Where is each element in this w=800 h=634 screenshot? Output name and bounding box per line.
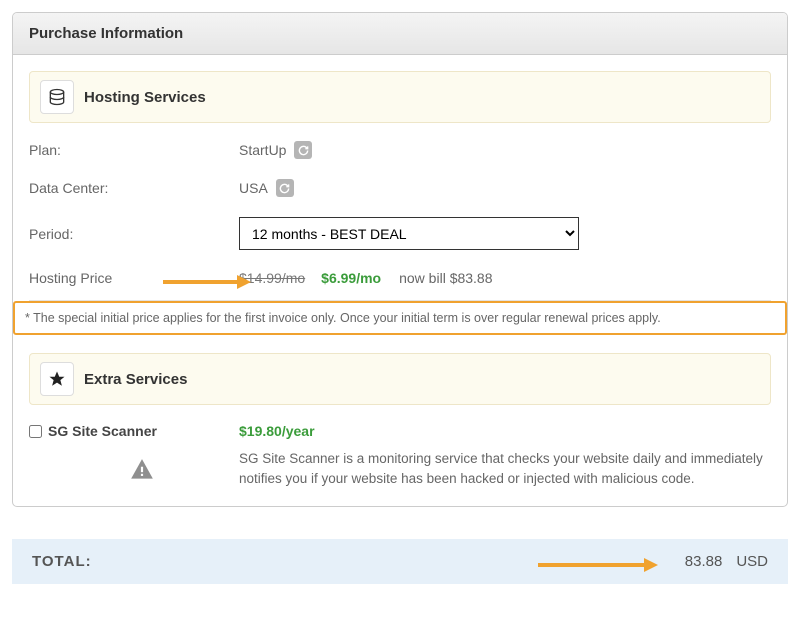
plan-value: StartUp (239, 142, 286, 158)
star-icon (40, 362, 74, 396)
extras-section-header: Extra Services (29, 353, 771, 405)
scanner-checkbox[interactable] (29, 425, 42, 438)
extras-section-title: Extra Services (84, 371, 187, 388)
refresh-icon[interactable] (276, 179, 294, 197)
original-price: $14.99/mo (239, 270, 305, 286)
panel-header: Purchase Information (13, 13, 787, 55)
plan-label: Plan: (29, 142, 239, 158)
datacenter-row: Data Center: USA (29, 179, 771, 197)
total-label: TOTAL: (32, 553, 92, 570)
purchase-panel: Purchase Information Hosting Services Pl… (12, 12, 788, 507)
datacenter-label: Data Center: (29, 180, 239, 196)
scanner-label[interactable]: SG Site Scanner (29, 423, 239, 439)
warning-icon (129, 457, 239, 486)
hosting-services-icon (40, 80, 74, 114)
total-bar: TOTAL: 83.88 USD (12, 539, 788, 584)
period-row: Period: 12 months - BEST DEAL (29, 217, 771, 250)
hosting-section-header: Hosting Services (29, 71, 771, 123)
scanner-price: $19.80/year (239, 423, 771, 439)
plan-row: Plan: StartUp (29, 141, 771, 159)
scanner-description: SG Site Scanner is a monitoring service … (239, 449, 771, 490)
scanner-row: SG Site Scanner $19.80/year SG Site Scan… (29, 423, 771, 490)
refresh-icon[interactable] (294, 141, 312, 159)
panel-body: Hosting Services Plan: StartUp Data Cent… (13, 55, 787, 506)
now-bill-text: now bill $83.88 (399, 270, 492, 286)
hosting-section-title: Hosting Services (84, 89, 206, 106)
datacenter-value: USA (239, 180, 268, 196)
total-currency: USD (736, 553, 768, 570)
price-notice: * The special initial price applies for … (13, 301, 787, 335)
period-label: Period: (29, 226, 239, 242)
scanner-name: SG Site Scanner (48, 423, 157, 439)
panel-title: Purchase Information (29, 25, 183, 42)
price-notice-text: * The special initial price applies for … (25, 311, 661, 325)
period-select[interactable]: 12 months - BEST DEAL (239, 217, 579, 250)
total-amount: 83.88 (685, 553, 723, 570)
hosting-price-row: Hosting Price $14.99/mo $6.99/mo now bil… (29, 270, 771, 286)
hosting-price-label: Hosting Price (29, 270, 239, 286)
annotation-arrow-icon (538, 557, 658, 573)
discounted-price: $6.99/mo (321, 270, 381, 286)
